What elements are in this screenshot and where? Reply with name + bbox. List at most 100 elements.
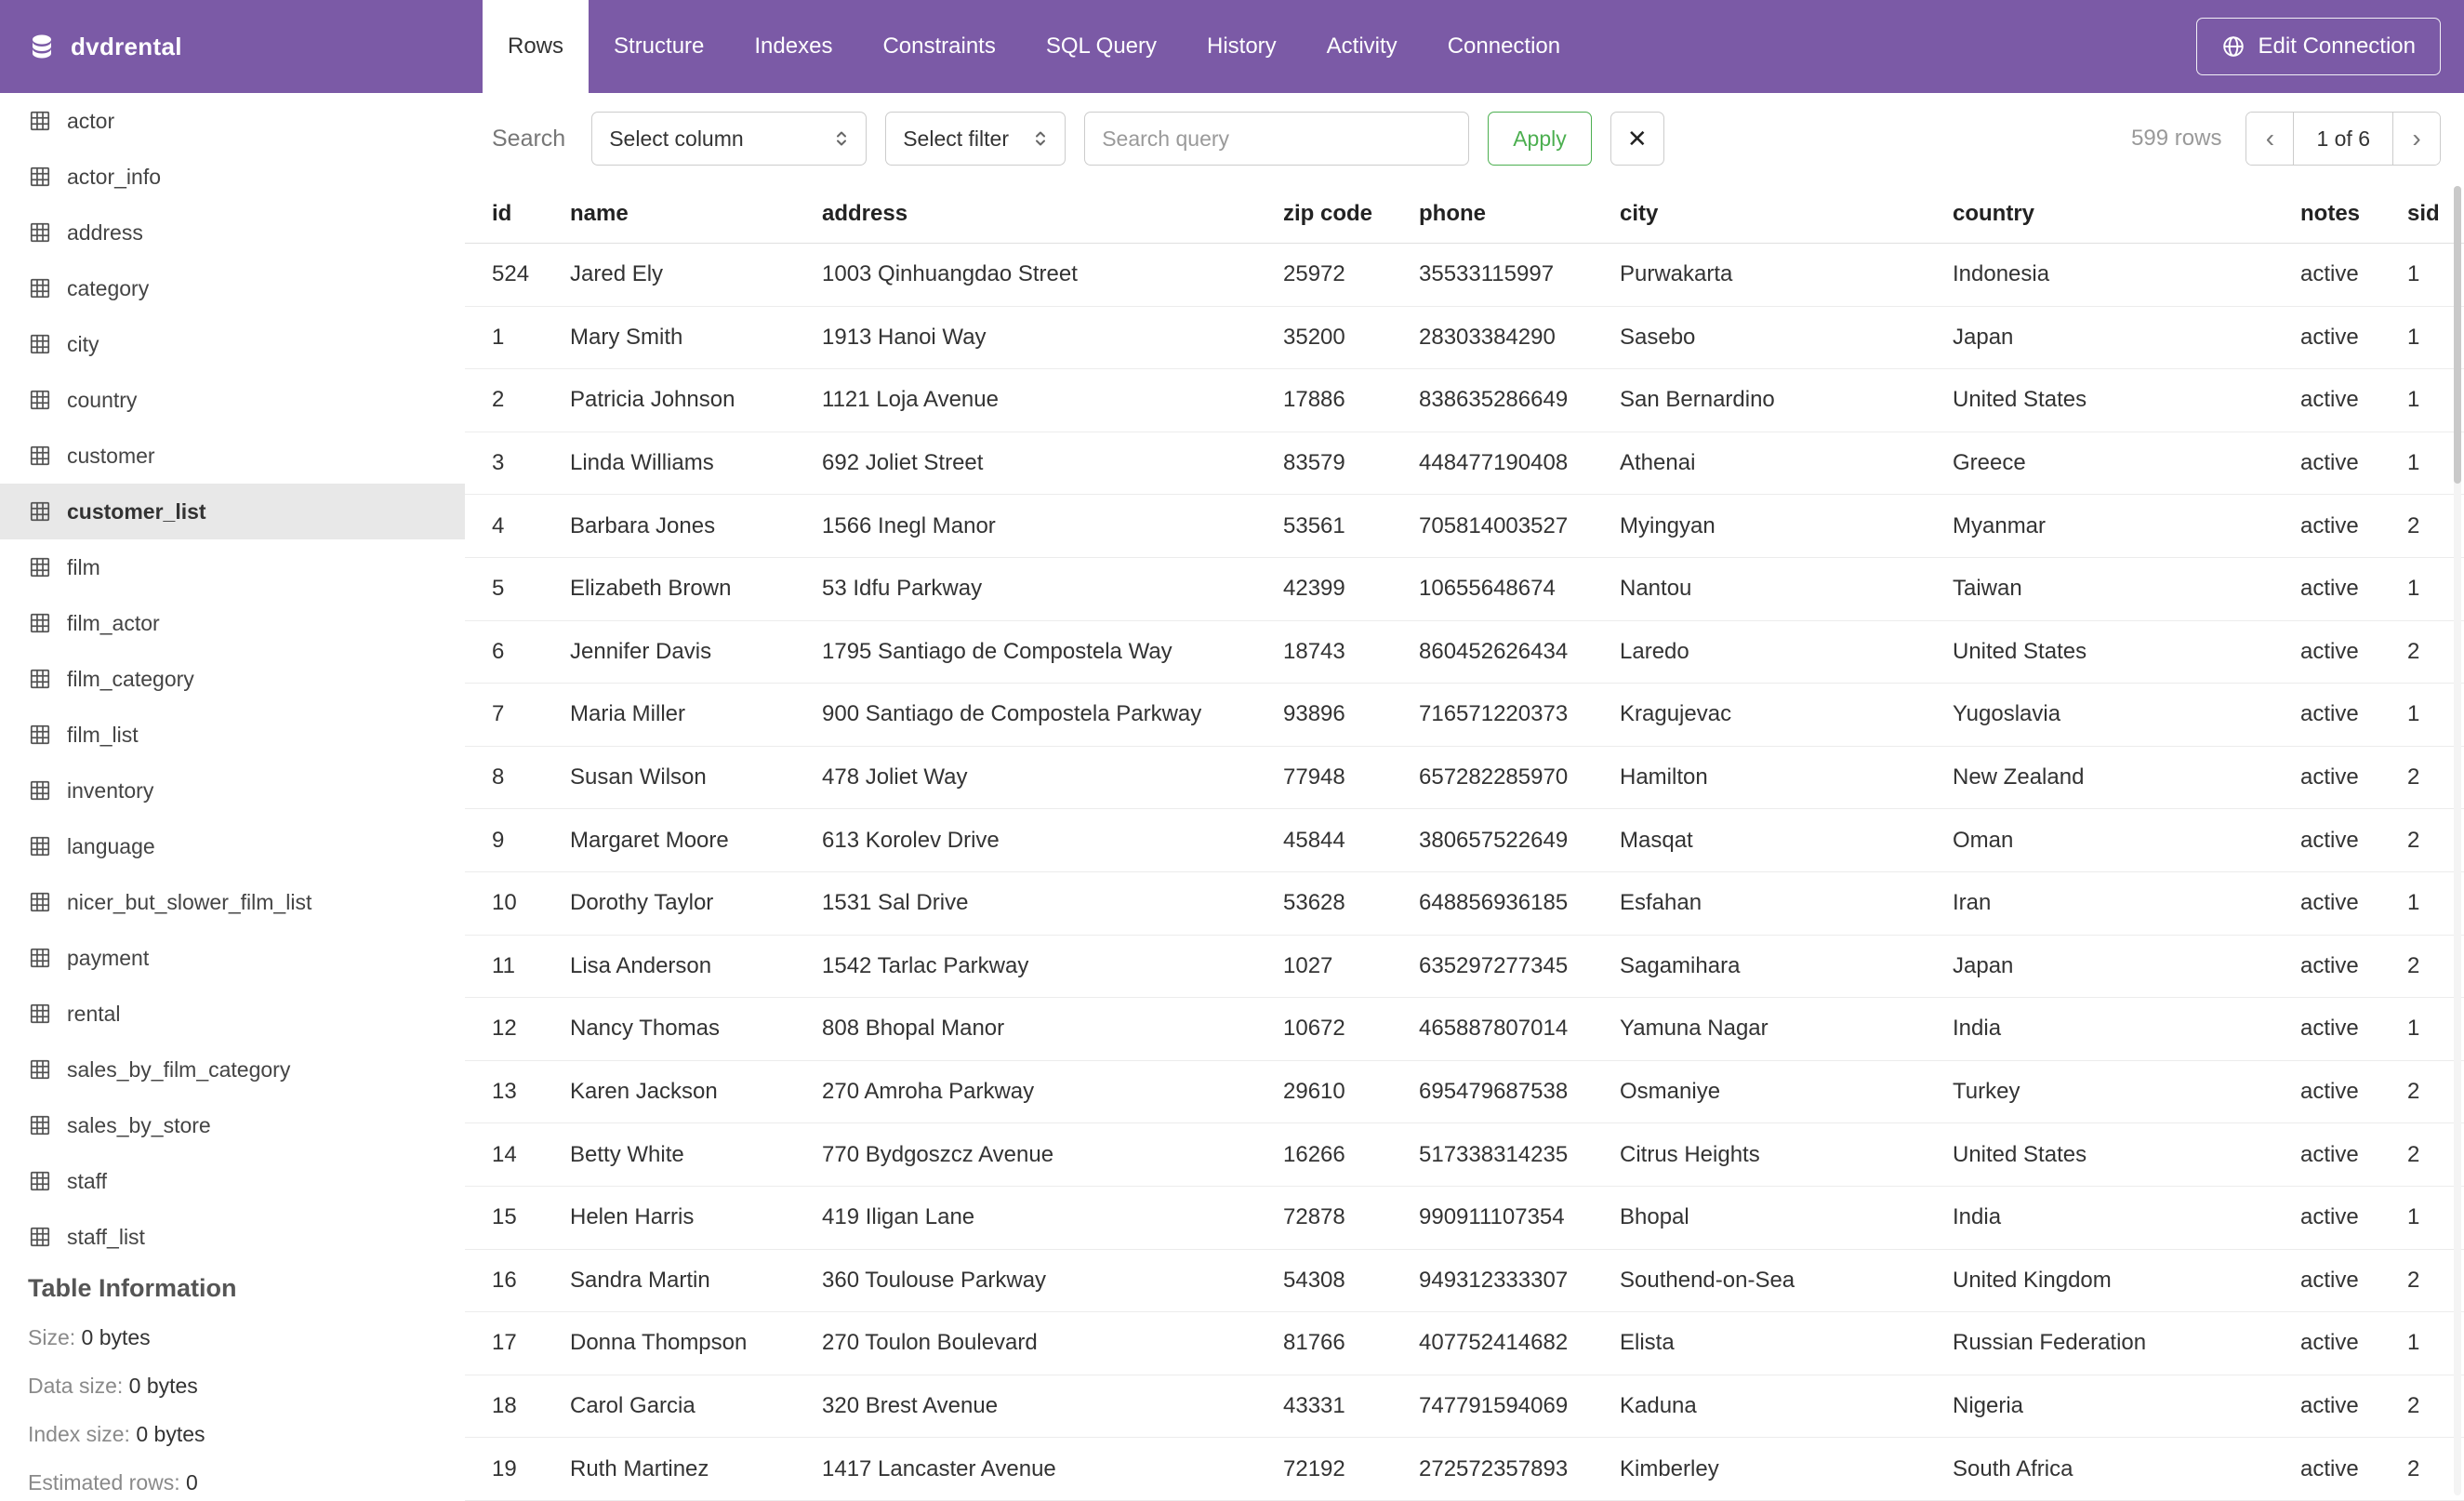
tab-structure[interactable]: Structure bbox=[589, 0, 729, 93]
sidebar-item-sales-by-store[interactable]: sales_by_store bbox=[0, 1097, 465, 1153]
table-row[interactable]: 17 Donna Thompson 270 Toulon Boulevard 8176… bbox=[465, 1312, 2464, 1375]
table-row[interactable]: 524 Jared Ely 1003 Qinhuangdao Street 25972… bbox=[465, 244, 2464, 307]
table-cell: Jared Ely bbox=[570, 261, 664, 287]
table-cell: Bhopal bbox=[1620, 1204, 1689, 1230]
table-row[interactable]: 11 Lisa Anderson 1542 Tarlac Parkway 1027 63… bbox=[465, 936, 2464, 999]
tab-indexes[interactable]: Indexes bbox=[729, 0, 857, 93]
vertical-scrollbar[interactable] bbox=[2454, 186, 2461, 1495]
sidebar-item-actor-info[interactable]: actor_info bbox=[0, 149, 465, 205]
table-cell: 45844 bbox=[1283, 827, 1345, 853]
table-row[interactable]: 8 Susan Wilson 478 Joliet Way 77948 65728228… bbox=[465, 747, 2464, 810]
edit-connection-button[interactable]: Edit Connection bbox=[2195, 18, 2441, 75]
table-cell: 5 bbox=[492, 576, 505, 602]
sidebar-item-staff-list[interactable]: staff_list bbox=[0, 1209, 465, 1265]
column-header-address[interactable]: address bbox=[822, 201, 1283, 227]
table-row[interactable]: 7 Maria Miller 900 Santiago de Compostela … bbox=[465, 684, 2464, 747]
table-icon bbox=[30, 780, 50, 801]
tab-connection[interactable]: Connection bbox=[1423, 0, 1585, 93]
search-toolbar: Search Select column Select filter Apply… bbox=[465, 93, 2464, 184]
tab-activity[interactable]: Activity bbox=[1302, 0, 1423, 93]
sidebar-item-customer[interactable]: customer bbox=[0, 428, 465, 484]
sidebar-item-film-category[interactable]: film_category bbox=[0, 651, 465, 707]
tab-sql-query[interactable]: SQL Query bbox=[1021, 0, 1182, 93]
sidebar-item-inventory[interactable]: inventory bbox=[0, 763, 465, 818]
table-cell: 860452626434 bbox=[1419, 638, 1569, 664]
table-cell: 270 Amroha Parkway bbox=[822, 1079, 1035, 1105]
column-header-notes[interactable]: notes bbox=[2300, 201, 2407, 227]
table-cell: 6 bbox=[492, 638, 505, 664]
sidebar-item-category[interactable]: category bbox=[0, 260, 465, 316]
sidebar-item-label: film_list bbox=[67, 722, 139, 747]
tab-history[interactable]: History bbox=[1182, 0, 1302, 93]
sidebar-item-address[interactable]: address bbox=[0, 205, 465, 260]
table-row[interactable]: 6 Jennifer Davis 1795 Santiago de Composte… bbox=[465, 621, 2464, 684]
table-cell: 17 bbox=[492, 1330, 517, 1356]
table-row[interactable]: 18 Carol Garcia 320 Brest Avenue 43331 74779… bbox=[465, 1375, 2464, 1439]
scrollbar-thumb[interactable] bbox=[2454, 186, 2461, 484]
table-row[interactable]: 10 Dorothy Taylor 1531 Sal Drive 53628 64885… bbox=[465, 872, 2464, 936]
table-cell: 8 bbox=[492, 764, 505, 790]
table-row[interactable]: 19 Ruth Martinez 1417 Lancaster Avenue 7219… bbox=[465, 1438, 2464, 1501]
table-row[interactable]: 9 Margaret Moore 613 Korolev Drive 45844 380… bbox=[465, 809, 2464, 872]
tab-constraints[interactable]: Constraints bbox=[857, 0, 1020, 93]
table-icon bbox=[30, 669, 50, 689]
table-icon bbox=[30, 836, 50, 857]
table-cell: 4 bbox=[492, 512, 505, 538]
clear-search-button[interactable]: ✕ bbox=[1610, 112, 1664, 166]
column-header-id[interactable]: id bbox=[492, 201, 570, 227]
column-header-country[interactable]: country bbox=[1953, 201, 2300, 227]
table-cell: active bbox=[2300, 1141, 2359, 1167]
table-row[interactable]: 15 Helen Harris 419 Iligan Lane 72878 990911… bbox=[465, 1187, 2464, 1250]
column-header-phone[interactable]: phone bbox=[1419, 201, 1620, 227]
sidebar-item-rental[interactable]: rental bbox=[0, 986, 465, 1042]
table-icon bbox=[30, 390, 50, 410]
next-page-button[interactable]: › bbox=[2393, 113, 2440, 165]
sidebar-item-film-actor[interactable]: film_actor bbox=[0, 595, 465, 651]
tab-rows[interactable]: Rows bbox=[483, 0, 590, 93]
table-cell: Helen Harris bbox=[570, 1204, 695, 1230]
table-cell: 53628 bbox=[1283, 890, 1345, 916]
table-cell: active bbox=[2300, 512, 2359, 538]
table-cell: Athenai bbox=[1620, 450, 1696, 476]
table-row[interactable]: 2 Patricia Johnson 1121 Loja Avenue 17886 83… bbox=[465, 369, 2464, 432]
table-row[interactable]: 16 Sandra Martin 360 Toulouse Parkway 54308… bbox=[465, 1250, 2464, 1313]
table-row[interactable]: 3 Linda Williams 692 Joliet Street 83579 448… bbox=[465, 432, 2464, 496]
table-cell: 465887807014 bbox=[1419, 1016, 1569, 1042]
filter-select[interactable]: Select filter bbox=[885, 112, 1066, 166]
apply-button[interactable]: Apply bbox=[1488, 112, 1592, 166]
table-cell: Kaduna bbox=[1620, 1392, 1697, 1418]
prev-page-button[interactable]: ‹ bbox=[2246, 113, 2294, 165]
table-cell: 25972 bbox=[1283, 261, 1345, 287]
table-row[interactable]: 4 Barbara Jones 1566 Inegl Manor 53561 70581… bbox=[465, 495, 2464, 558]
data-size-label: Data size: bbox=[28, 1374, 124, 1398]
sidebar-item-payment[interactable]: payment bbox=[0, 930, 465, 986]
table-cell: Mary Smith bbox=[570, 324, 683, 350]
sidebar-item-label: staff bbox=[67, 1168, 108, 1193]
table-row[interactable]: 13 Karen Jackson 270 Amroha Parkway 29610 69… bbox=[465, 1061, 2464, 1124]
sidebar-item-film[interactable]: film bbox=[0, 539, 465, 595]
column-header-city[interactable]: city bbox=[1620, 201, 1953, 227]
table-cell: San Bernardino bbox=[1620, 387, 1775, 413]
table-row[interactable]: 14 Betty White 770 Bydgoszcz Avenue 16266 51… bbox=[465, 1123, 2464, 1187]
column-header-zip-code[interactable]: zip code bbox=[1283, 201, 1419, 227]
sidebar-item-customer-list[interactable]: customer_list bbox=[0, 484, 465, 539]
table-row[interactable]: 5 Elizabeth Brown 53 Idfu Parkway 42399 1065… bbox=[465, 558, 2464, 621]
table-row[interactable]: 12 Nancy Thomas 808 Bhopal Manor 10672 46588… bbox=[465, 998, 2464, 1061]
table-cell: active bbox=[2300, 1016, 2359, 1042]
index-size: Index size: 0 bytes bbox=[28, 1422, 465, 1447]
sidebar-item-staff[interactable]: staff bbox=[0, 1153, 465, 1209]
sidebar-item-city[interactable]: city bbox=[0, 316, 465, 372]
sidebar-item-sales-by-film-category[interactable]: sales_by_film_category bbox=[0, 1042, 465, 1097]
table-row[interactable]: 1 Mary Smith 1913 Hanoi Way 35200 2830338429… bbox=[465, 307, 2464, 370]
sidebar-item-language[interactable]: language bbox=[0, 818, 465, 874]
column-select[interactable]: Select column bbox=[591, 112, 868, 166]
sidebar-item-nicer-but-slower-film-list[interactable]: nicer_but_slower_film_list bbox=[0, 874, 465, 930]
table-cell: Carol Garcia bbox=[570, 1392, 695, 1418]
column-header-name[interactable]: name bbox=[570, 201, 822, 227]
table-cell: 72878 bbox=[1283, 1204, 1345, 1230]
sidebar-item-film-list[interactable]: film_list bbox=[0, 707, 465, 763]
sidebar-item-country[interactable]: country bbox=[0, 372, 465, 428]
size-value: 0 bytes bbox=[81, 1325, 151, 1349]
search-query-input[interactable] bbox=[1084, 112, 1470, 166]
sidebar-item-actor[interactable]: actor bbox=[0, 93, 465, 149]
